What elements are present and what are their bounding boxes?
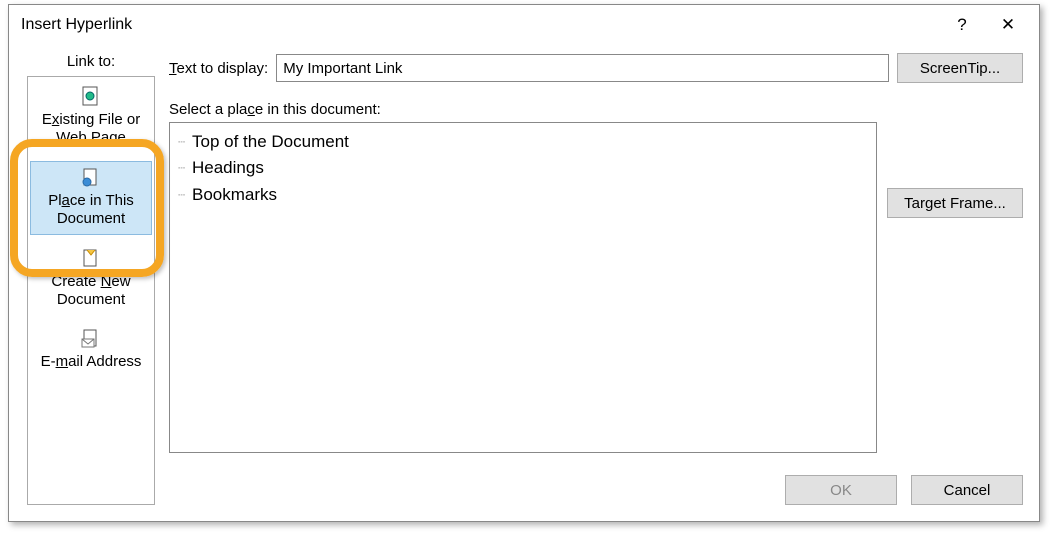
linkto-item-line1: Web Page xyxy=(56,129,126,147)
document-places-tree[interactable]: ┄Top of the Document ┄Headings ┄Bookmark… xyxy=(169,122,877,453)
tree-item-label: Bookmarks xyxy=(192,182,277,208)
tree-item[interactable]: ┄Headings xyxy=(178,155,868,181)
email-icon xyxy=(79,327,103,351)
link-to-label: Link to: xyxy=(67,53,115,70)
place-doc-icon xyxy=(79,166,103,190)
screentip-button[interactable]: ScreenTip... xyxy=(897,53,1023,83)
new-doc-icon xyxy=(79,247,103,271)
tree-item[interactable]: ┄Top of the Document xyxy=(178,129,868,155)
tree-item-label: Top of the Document xyxy=(192,129,349,155)
dialog-title: Insert Hyperlink xyxy=(21,16,939,34)
tree-item[interactable]: ┄Bookmarks xyxy=(178,182,868,208)
tree-dash-icon: ┄ xyxy=(178,186,188,205)
linkto-place-in-document[interactable]: Place in This Document xyxy=(30,161,152,235)
titlebar: Insert Hyperlink ? ✕ xyxy=(9,5,1039,45)
select-place-label: Select a place in this document: xyxy=(169,101,1023,118)
link-to-panel: Existing File or Web Page Place in This … xyxy=(27,76,155,505)
linkto-create-new-document[interactable]: Create New Document xyxy=(30,243,152,315)
ok-button[interactable]: OK xyxy=(785,475,897,505)
tree-dash-icon: ┄ xyxy=(178,159,188,178)
cancel-button[interactable]: Cancel xyxy=(911,475,1023,505)
text-to-display-input[interactable] xyxy=(276,54,889,82)
tree-item-label: Headings xyxy=(192,155,264,181)
close-button[interactable]: ✕ xyxy=(985,5,1031,45)
linkto-existing-file[interactable]: Existing File or Web Page xyxy=(30,81,152,153)
linkto-item-line1: Document xyxy=(57,210,125,228)
linkto-item-line0: E-mail Address xyxy=(41,353,142,371)
text-to-display-label: Text to display: xyxy=(169,60,268,77)
target-frame-button[interactable]: Target Frame... xyxy=(887,188,1023,218)
linkto-item-line1: Document xyxy=(57,291,125,309)
linkto-email-address[interactable]: E-mail Address xyxy=(30,323,152,377)
tree-dash-icon: ┄ xyxy=(178,133,188,152)
file-web-icon xyxy=(79,85,103,109)
linkto-item-line0: Place in This xyxy=(48,192,134,210)
insert-hyperlink-dialog: Insert Hyperlink ? ✕ Link to: Existing F… xyxy=(8,4,1040,522)
linkto-item-line0: Existing File or xyxy=(42,111,140,129)
linkto-item-line0: Create New xyxy=(51,273,130,291)
help-button[interactable]: ? xyxy=(939,5,985,45)
